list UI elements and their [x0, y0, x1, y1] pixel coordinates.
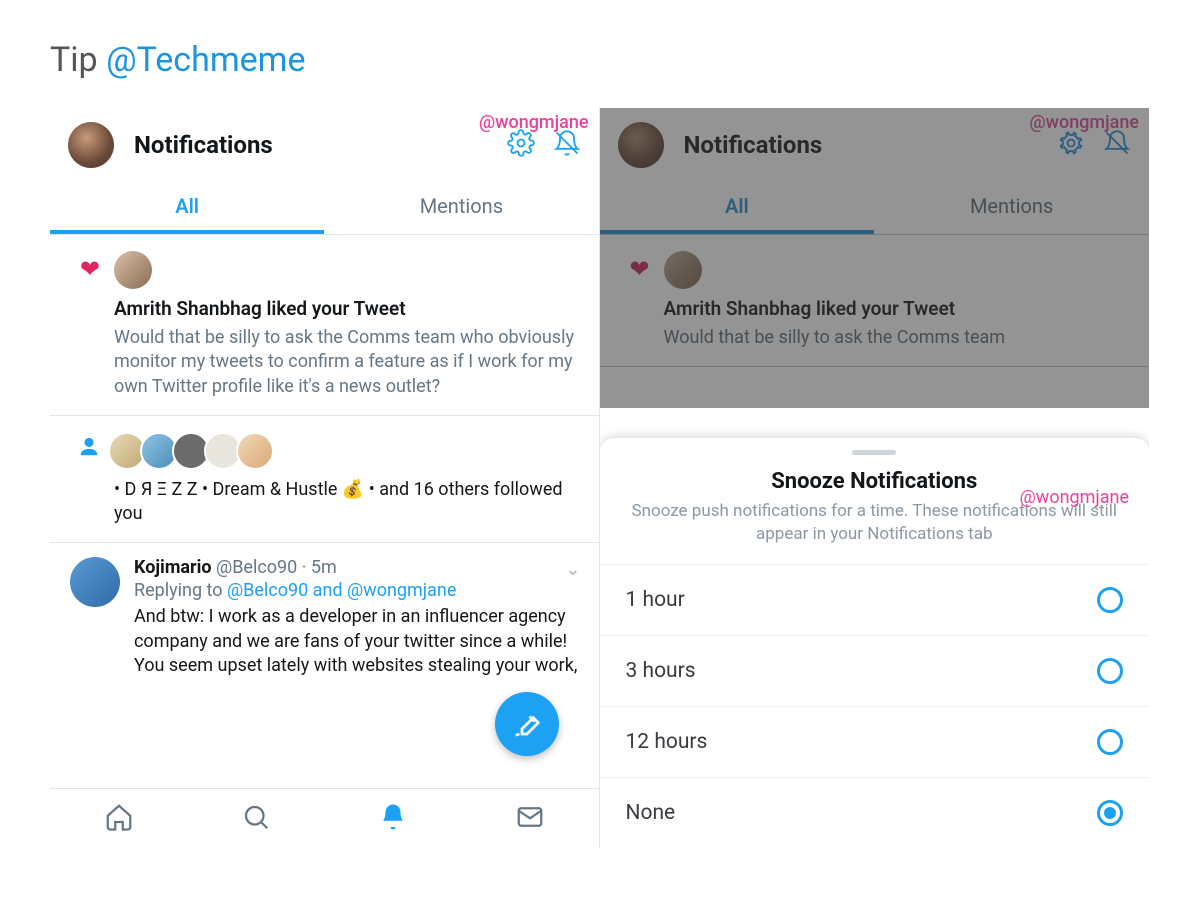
heart-icon: ❤	[80, 255, 100, 283]
screenshot-left: Notifications @wongmjane All Mentions ❤	[50, 108, 600, 848]
radio-icon	[1097, 729, 1123, 755]
radio-icon	[1097, 587, 1123, 613]
reply-tweet[interactable]: Kojimario @Belco90 · 5m Replying to @Bel…	[50, 543, 599, 682]
reply-meta: @Belco90 · 5m	[216, 557, 337, 578]
bottom-nav	[50, 788, 599, 848]
watermark: @wongmjane	[1020, 486, 1129, 510]
option-label: None	[626, 801, 676, 825]
tip-line: Tip @Techmeme	[50, 40, 1149, 80]
chevron-down-icon[interactable]: ⌄	[565, 559, 580, 580]
sheet-drag-handle[interactable]	[852, 450, 896, 455]
tabs: All Mentions	[600, 178, 1150, 235]
reply-username[interactable]: Kojimario	[134, 557, 212, 578]
snooze-sheet: Snooze Notifications Snooze push notific…	[600, 438, 1150, 848]
sheet-subtitle: Snooze push notifications for a time. Th…	[600, 494, 1150, 564]
page-title: Notifications	[134, 131, 273, 159]
mute-bell-icon[interactable]	[1103, 129, 1131, 161]
person-icon	[78, 436, 100, 464]
liker-avatar[interactable]	[114, 251, 152, 289]
tip-prefix: Tip	[50, 40, 106, 80]
notification-like[interactable]: ❤ Amrith Shanbhag liked your Tweet Would…	[50, 235, 599, 416]
like-body: Would that be silly to ask the Comms tea…	[664, 326, 1130, 350]
screenshot-right: Notifications @wongmjane All	[600, 108, 1150, 848]
tip-handle[interactable]: @Techmeme	[106, 40, 305, 80]
settings-icon[interactable]	[1057, 129, 1085, 161]
compose-button[interactable]	[495, 692, 559, 756]
follower-avatar[interactable]	[236, 432, 274, 470]
notification-follow[interactable]: • D Я Ξ Z Z • Dream & Hustle 💰 • and 16 …	[50, 416, 599, 544]
tabs: All Mentions	[50, 178, 599, 235]
liker-avatar[interactable]	[664, 251, 702, 289]
search-icon[interactable]	[241, 802, 271, 836]
replying-to-links[interactable]: @Belco90 and @wongmjane	[227, 580, 456, 601]
radio-selected-icon	[1097, 800, 1123, 826]
follow-line: • D Я Ξ Z Z • Dream & Hustle 💰 • and 16 …	[114, 478, 579, 527]
notification-like[interactable]: ❤ Amrith Shanbhag liked your Tweet Would…	[600, 235, 1150, 367]
like-title: Amrith Shanbhag liked your Tweet	[114, 297, 579, 320]
bell-icon[interactable]	[378, 802, 408, 836]
reply-avatar[interactable]	[70, 557, 120, 607]
tab-all[interactable]: All	[600, 178, 875, 234]
follower-avatars	[114, 432, 579, 470]
like-body: Would that be silly to ask the Comms tea…	[114, 326, 579, 399]
radio-icon	[1097, 658, 1123, 684]
tab-mentions[interactable]: Mentions	[874, 178, 1149, 234]
home-icon[interactable]	[104, 802, 134, 836]
option-label: 12 hours	[626, 730, 708, 754]
tab-all[interactable]: All	[50, 178, 324, 234]
replying-to: Replying to @Belco90 and @wongmjane	[134, 580, 579, 601]
heart-icon: ❤	[629, 255, 649, 283]
profile-avatar[interactable]	[68, 122, 114, 168]
reply-body: And btw: I work as a developer in an inf…	[134, 605, 579, 678]
mute-bell-icon[interactable]	[553, 129, 581, 161]
snooze-option-none[interactable]: None	[600, 777, 1150, 848]
top-bar: Notifications @wongmjane	[50, 108, 599, 178]
profile-avatar[interactable]	[618, 122, 664, 168]
top-bar: Notifications @wongmjane	[600, 108, 1150, 178]
option-label: 3 hours	[626, 659, 696, 683]
page-title: Notifications	[684, 131, 823, 159]
option-label: 1 hour	[626, 588, 685, 612]
settings-icon[interactable]	[507, 129, 535, 161]
reply-header: Kojimario @Belco90 · 5m	[134, 557, 579, 578]
mail-icon[interactable]	[515, 802, 545, 836]
snooze-option-3h[interactable]: 3 hours	[600, 635, 1150, 706]
snooze-option-1h[interactable]: 1 hour	[600, 564, 1150, 635]
like-title: Amrith Shanbhag liked your Tweet	[664, 297, 1130, 320]
snooze-option-12h[interactable]: 12 hours	[600, 706, 1150, 777]
tab-mentions[interactable]: Mentions	[324, 178, 598, 234]
